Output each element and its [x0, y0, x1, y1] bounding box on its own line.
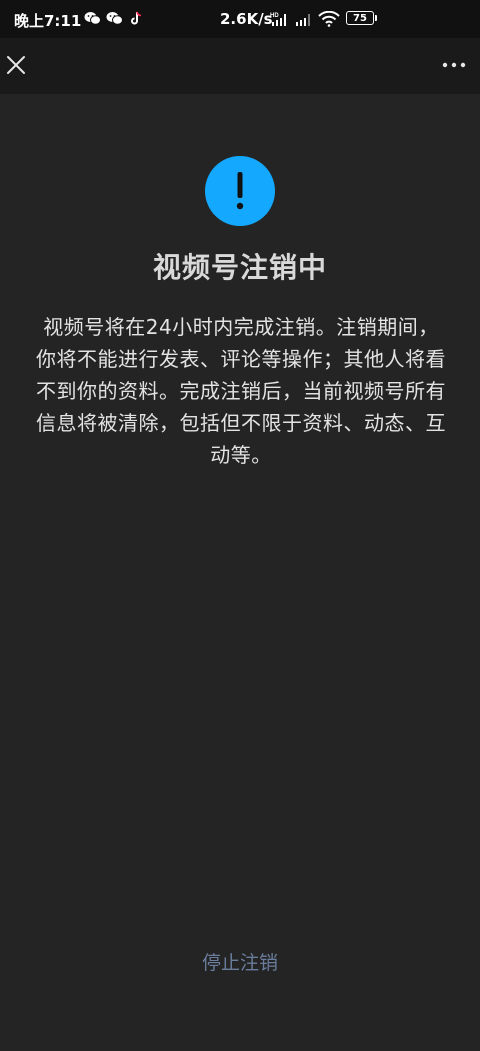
wechat-icon [84, 10, 101, 25]
more-icon [442, 62, 466, 68]
battery-cap [375, 15, 377, 21]
signal-icon [294, 11, 312, 31]
stop-deactivation-button[interactable]: 停止注销 [0, 948, 480, 975]
close-button[interactable] [2, 48, 30, 82]
status-bar: 晚上7:11 2.6K/s HD 75 [0, 0, 480, 38]
net-speed: 2.6K/s [220, 10, 273, 28]
page: 晚上7:11 2.6K/s HD 75 视频号注销中 视频号将在24小时内完成注… [0, 0, 480, 1051]
exclamation-icon [205, 156, 275, 226]
deactivation-description: 视频号将在24小时内完成注销。注销期间，你将不能进行发表、评论等操作；其他人将看… [36, 315, 446, 467]
nav-bar [0, 38, 480, 94]
close-icon [7, 56, 25, 74]
svg-text:HD: HD [270, 13, 279, 19]
wechat-icon [106, 10, 123, 25]
page-title: 视频号注销中 [152, 251, 327, 284]
more-button[interactable] [436, 50, 472, 80]
status-app-icons [84, 10, 145, 25]
battery-icon: 75 [346, 11, 374, 25]
signal-hd-icon: HD [270, 11, 288, 31]
tiktok-icon [128, 10, 145, 25]
status-time: 晚上7:11 [14, 12, 82, 30]
wifi-icon [318, 10, 340, 31]
